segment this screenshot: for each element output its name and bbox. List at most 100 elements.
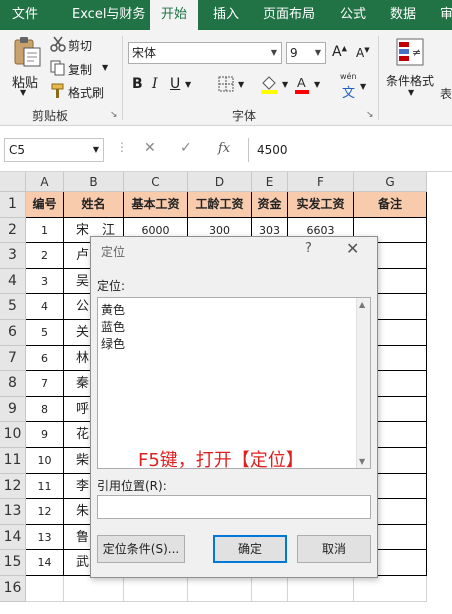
header-cell[interactable]: 基本工资 <box>124 192 188 218</box>
table-cell[interactable]: 3 <box>26 268 64 295</box>
font-color-icon[interactable]: A <box>294 74 310 97</box>
table-cell[interactable]: 1 <box>26 217 64 244</box>
table-cell[interactable]: 6 <box>26 345 64 372</box>
row-header[interactable]: 7 <box>0 345 26 372</box>
header-cell[interactable]: 编号 <box>26 192 64 218</box>
table-cell[interactable] <box>188 576 252 602</box>
table-cell[interactable] <box>354 576 427 602</box>
format-painter-button[interactable]: 格式刷 <box>68 84 104 101</box>
bold-icon[interactable]: B <box>132 76 143 92</box>
list-item[interactable]: 绿色 <box>101 335 125 352</box>
table-cell[interactable]: 13 <box>26 524 64 551</box>
tab-formulas[interactable]: 公式 <box>340 0 366 30</box>
listbox-scrollbar[interactable]: ▲ ▼ <box>356 298 370 468</box>
chevron-down-icon[interactable]: ▼ <box>311 43 325 63</box>
header-cell[interactable]: 资金 <box>252 192 288 218</box>
table-cell[interactable]: 4 <box>26 294 64 320</box>
header-cell[interactable]: 工龄工资 <box>188 192 252 218</box>
paste-icon[interactable] <box>12 36 42 71</box>
list-item[interactable]: 蓝色 <box>101 318 125 335</box>
tab-data[interactable]: 数据 <box>390 0 416 30</box>
tab-home[interactable]: 开始 <box>150 0 198 30</box>
table-cell[interactable]: 11 <box>26 473 64 500</box>
table-cell[interactable]: 5 <box>26 320 64 346</box>
row-header[interactable]: 8 <box>0 371 26 397</box>
phonetic-dropdown-icon[interactable]: ▼ <box>360 82 366 91</box>
copy-icon[interactable] <box>50 60 66 79</box>
row-header[interactable]: 3 <box>0 243 26 269</box>
grow-font-icon[interactable]: A▲ <box>332 44 347 60</box>
fill-color-dropdown-icon[interactable]: ▼ <box>282 80 288 89</box>
row-header[interactable]: 14 <box>0 524 26 551</box>
row-header[interactable]: 5 <box>0 294 26 320</box>
paste-dropdown-icon[interactable]: ▼ <box>20 88 26 97</box>
column-header-g[interactable]: G <box>354 172 427 192</box>
conditional-format-icon[interactable]: ≠ <box>396 38 424 69</box>
font-size-combo[interactable]: 9 ▼ <box>286 42 326 64</box>
cancel-button[interactable]: 取消 <box>297 535 371 563</box>
goto-listbox[interactable]: 黄色 蓝色 绿色 F5键，打开【定位】 ▲ ▼ <box>97 297 371 471</box>
copy-button[interactable]: 复制 <box>68 61 92 78</box>
underline-dropdown-icon[interactable]: ▼ <box>185 80 191 89</box>
scroll-up-icon[interactable]: ▲ <box>359 300 365 309</box>
table-cell[interactable]: 14 <box>26 550 64 576</box>
row-header[interactable]: 6 <box>0 320 26 346</box>
row-header[interactable]: 11 <box>0 448 26 474</box>
font-name-combo[interactable]: 宋体 ▼ <box>128 42 282 64</box>
table-cell[interactable]: 7 <box>26 371 64 397</box>
reference-input[interactable] <box>97 495 371 519</box>
conditional-format-button[interactable]: 条件格式 <box>386 72 434 89</box>
table-cell[interactable] <box>64 576 124 602</box>
borders-icon[interactable] <box>218 76 234 95</box>
column-header-b[interactable]: B <box>64 172 124 192</box>
cut-icon[interactable] <box>50 36 66 55</box>
clipboard-launcher-icon[interactable]: ↘ <box>110 110 118 120</box>
splitter-icon[interactable]: ⋮ <box>116 140 128 154</box>
chevron-down-icon[interactable]: ▼ <box>267 43 281 63</box>
insert-function-icon[interactable]: fx <box>218 141 230 156</box>
column-header-c[interactable]: C <box>124 172 188 192</box>
cut-button[interactable]: 剪切 <box>68 37 92 54</box>
list-item[interactable]: 黄色 <box>101 301 125 318</box>
help-icon[interactable]: ? <box>305 241 312 256</box>
shrink-font-icon[interactable]: A▼ <box>356 46 370 60</box>
header-cell[interactable]: 备注 <box>354 192 427 218</box>
table-cell[interactable]: 12 <box>26 499 64 525</box>
borders-dropdown-icon[interactable]: ▼ <box>238 80 244 89</box>
tab-excel-finance[interactable]: Excel与财务 <box>72 0 145 30</box>
table-cell[interactable]: 2 <box>26 243 64 269</box>
underline-icon[interactable]: U <box>170 76 180 92</box>
row-header[interactable]: 4 <box>0 268 26 295</box>
tab-insert[interactable]: 插入 <box>213 0 239 30</box>
font-color-dropdown-icon[interactable]: ▼ <box>314 80 320 89</box>
ok-button[interactable]: 确定 <box>213 535 287 563</box>
column-header-f[interactable]: F <box>288 172 354 192</box>
chevron-down-icon[interactable]: ▼ <box>93 139 99 161</box>
table-cell[interactable] <box>288 576 354 602</box>
table-cell[interactable] <box>26 576 64 602</box>
format-painter-icon[interactable] <box>50 83 66 102</box>
phonetic-icon[interactable]: wén <box>340 72 357 81</box>
table-cell[interactable] <box>252 576 288 602</box>
cancel-entry-icon[interactable]: ✕ <box>144 140 156 156</box>
row-header[interactable]: 1 <box>0 192 26 218</box>
header-cell[interactable]: 姓名 <box>64 192 124 218</box>
row-header[interactable]: 16 <box>0 576 26 602</box>
header-cell[interactable]: 实发工资 <box>288 192 354 218</box>
table-cell[interactable]: 8 <box>26 396 64 423</box>
close-icon[interactable]: ✕ <box>346 239 359 258</box>
row-header[interactable]: 15 <box>0 550 26 576</box>
conditional-format-dropdown-icon[interactable]: ▼ <box>408 88 414 97</box>
name-box[interactable]: C5 ▼ <box>4 138 104 162</box>
row-header[interactable]: 12 <box>0 473 26 500</box>
row-header[interactable]: 13 <box>0 499 26 525</box>
tab-file[interactable]: 文件 <box>12 0 38 30</box>
confirm-entry-icon[interactable]: ✓ <box>180 140 192 156</box>
select-all-corner[interactable] <box>0 172 26 192</box>
tab-review[interactable]: 审 <box>440 0 452 30</box>
table-cell[interactable] <box>124 576 188 602</box>
scroll-down-icon[interactable]: ▼ <box>359 457 365 466</box>
font-launcher-icon[interactable]: ↘ <box>366 110 374 120</box>
copy-dropdown-icon[interactable]: ▼ <box>102 63 108 72</box>
table-cell[interactable]: 10 <box>26 448 64 474</box>
